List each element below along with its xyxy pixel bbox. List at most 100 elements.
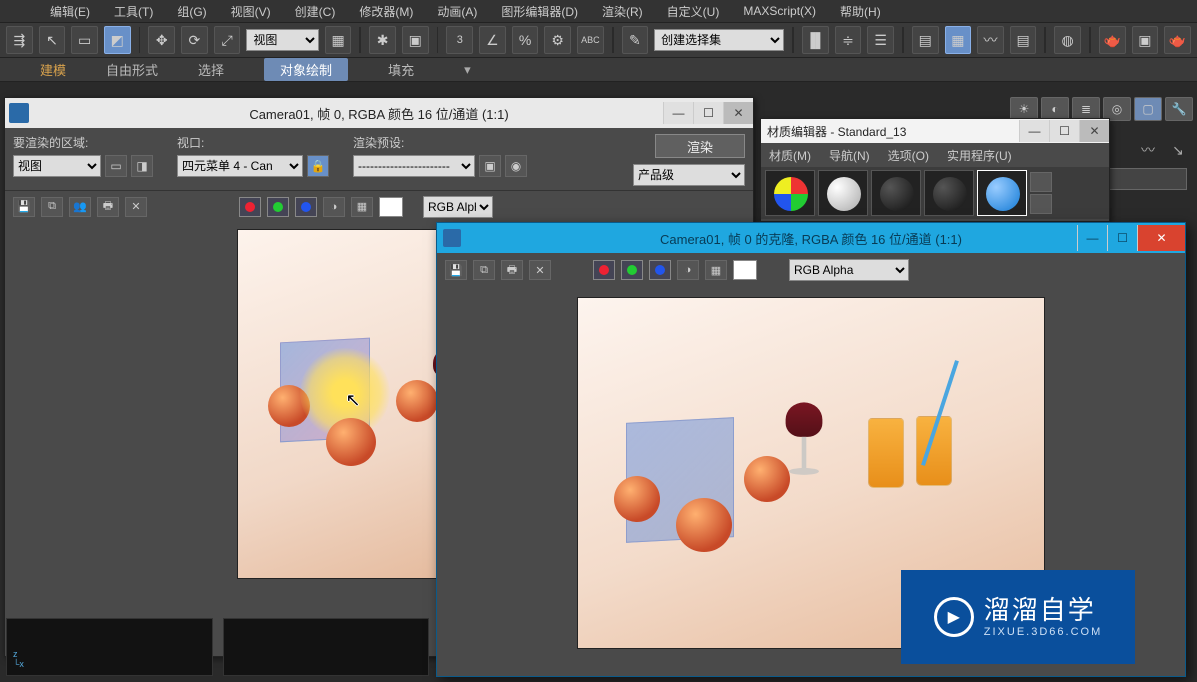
maximize-button[interactable]: ☐	[1107, 225, 1137, 251]
menu-help[interactable]: 帮助(H)	[840, 3, 881, 20]
menu-graph[interactable]: 图形编辑器(D)	[501, 3, 578, 20]
menu-view[interactable]: 视图(V)	[231, 3, 271, 20]
snap-3-icon[interactable]: 3	[446, 26, 473, 54]
preset-select[interactable]: -----------------------	[353, 155, 475, 177]
print-icon[interactable]: 🖶	[501, 260, 523, 280]
copy-icon[interactable]: ⧉	[41, 197, 63, 217]
maximize-button[interactable]: ☐	[1049, 120, 1079, 142]
mat-menu-nav[interactable]: 导航(N)	[829, 147, 870, 164]
minimize-button[interactable]: —	[1019, 120, 1049, 142]
material-slot[interactable]	[924, 170, 974, 216]
rgb-select[interactable]: RGB Alpha	[423, 196, 493, 218]
curve-editor-icon[interactable]: ▦	[945, 26, 972, 54]
print-icon[interactable]: 🖶	[97, 197, 119, 217]
clone-icon[interactable]: 👥	[69, 197, 91, 217]
rotate-icon[interactable]: ⟳	[181, 26, 208, 54]
render-button[interactable]: 渲染	[655, 134, 745, 158]
render-setup-icon[interactable]: 🫖	[1099, 26, 1126, 54]
channel-blue-icon[interactable]	[649, 260, 671, 280]
ribbon-tab-model[interactable]: 建模	[40, 60, 66, 79]
mono-icon[interactable]: ▦	[351, 197, 373, 217]
alpha-icon[interactable]: ◑	[677, 260, 699, 280]
lock-view-icon[interactable]: 🔒	[307, 155, 329, 177]
clear-icon[interactable]: ✕	[529, 260, 551, 280]
align-icon[interactable]: ≑	[835, 26, 862, 54]
minimize-button[interactable]: —	[1077, 225, 1107, 251]
edit-named-icon[interactable]: ✎	[622, 26, 649, 54]
channel-red-icon[interactable]	[239, 197, 261, 217]
named-selection-set[interactable]: 创建选择集	[654, 29, 784, 51]
render-prod-icon[interactable]: 🫖	[1164, 26, 1191, 54]
layer-icon[interactable]: ☰	[867, 26, 894, 54]
menu-custom[interactable]: 自定义(U)	[667, 3, 720, 20]
channel-red-icon[interactable]	[593, 260, 615, 280]
angle-snap-icon[interactable]: ∠	[479, 26, 506, 54]
mat-menu-material[interactable]: 材质(M)	[769, 147, 811, 164]
viewport-select[interactable]: 四元菜单 4 - Can	[177, 155, 303, 177]
menu-modifier[interactable]: 修改器(M)	[359, 3, 413, 20]
material-editor-icon[interactable]: ◍	[1054, 26, 1081, 54]
ribbon-tab-fill[interactable]: 填充	[388, 60, 414, 79]
rfw2-titlebar[interactable]: Camera01, 帧 0 的克隆, RGBA 颜色 16 位/通道 (1:1)…	[437, 223, 1185, 253]
close-button[interactable]: ✕	[1079, 120, 1109, 142]
manip-icon[interactable]: ✱	[369, 26, 396, 54]
save-icon[interactable]: 💾	[13, 197, 35, 217]
viewport[interactable]: z└x	[6, 618, 213, 676]
percent-snap-icon[interactable]: %	[512, 26, 539, 54]
display-icon[interactable]: ▢	[1134, 97, 1162, 121]
area-edit-icon[interactable]: ▭	[105, 155, 127, 177]
mono-icon[interactable]: ▦	[705, 260, 727, 280]
ribbon-tab-objectpaint[interactable]: 对象绘制	[264, 58, 348, 81]
copy-icon[interactable]: ⧉	[473, 260, 495, 280]
sample-bg-icon[interactable]	[1030, 194, 1052, 214]
preset-cfg-icon[interactable]: ▣	[479, 155, 501, 177]
material-slot[interactable]	[765, 170, 815, 216]
move-icon[interactable]: ✥	[148, 26, 175, 54]
bg-color-swatch[interactable]	[733, 260, 757, 280]
close-button[interactable]: ✕	[723, 102, 753, 124]
select-link-icon[interactable]: ⇶	[6, 26, 33, 54]
rfw1-titlebar[interactable]: Camera01, 帧 0, RGBA 颜色 16 位/通道 (1:1) — ☐…	[5, 98, 753, 128]
material-slot[interactable]	[871, 170, 921, 216]
channel-blue-icon[interactable]	[295, 197, 317, 217]
schematic-icon[interactable]: ▤	[1010, 26, 1037, 54]
cursor-icon[interactable]: ↖	[39, 26, 66, 54]
ribbon-tab-freeform[interactable]: 自由形式	[106, 60, 158, 79]
spinner-snap-icon[interactable]: ⚙	[544, 26, 571, 54]
scale-icon[interactable]: ⤢	[214, 26, 241, 54]
mat-menu-util[interactable]: 实用程序(U)	[947, 147, 1012, 164]
close-button[interactable]: ✕	[1137, 225, 1185, 251]
render-mode-select[interactable]: 产品级	[633, 164, 745, 186]
alpha-icon[interactable]: ◑	[323, 197, 345, 217]
pivot-icon[interactable]: ▦	[325, 26, 352, 54]
minimize-button[interactable]: —	[663, 102, 693, 124]
wave-icon[interactable]: 〰	[1135, 137, 1161, 163]
utilities-icon[interactable]: 🔧	[1165, 97, 1193, 121]
sample-type-icon[interactable]	[1030, 172, 1052, 192]
channel-green-icon[interactable]	[621, 260, 643, 280]
preset-cfg2-icon[interactable]: ◉	[505, 155, 527, 177]
ribbon-toggle-icon[interactable]: ▤	[912, 26, 939, 54]
ribbon-expand-icon[interactable]: ▾	[464, 62, 471, 78]
clear-icon[interactable]: ✕	[125, 197, 147, 217]
mirror-icon[interactable]: ▐▌	[802, 26, 829, 54]
ref-coord-select[interactable]: 视图	[246, 29, 318, 51]
menu-edit[interactable]: 编辑(E)	[50, 3, 90, 20]
abc-icon[interactable]: ABC	[577, 26, 604, 54]
menu-group[interactable]: 组(G)	[177, 3, 206, 20]
bg-color-swatch[interactable]	[379, 197, 403, 217]
material-slot[interactable]	[818, 170, 868, 216]
right-arrow-icon[interactable]: ↘	[1165, 137, 1191, 163]
area-select[interactable]: 视图	[13, 155, 101, 177]
channel-green-icon[interactable]	[267, 197, 289, 217]
window-crossing-icon[interactable]: ◩	[104, 26, 131, 54]
ribbon-tab-select[interactable]: 选择	[198, 60, 224, 79]
menu-render[interactable]: 渲染(R)	[602, 3, 643, 20]
menu-maxscript[interactable]: MAXScript(X)	[743, 4, 816, 18]
viewport[interactable]	[223, 618, 430, 676]
menu-create[interactable]: 创建(C)	[295, 3, 336, 20]
maximize-button[interactable]: ☐	[693, 102, 723, 124]
menu-tools[interactable]: 工具(T)	[114, 3, 153, 20]
rect-select-icon[interactable]: ▭	[71, 26, 98, 54]
rgb-select[interactable]: RGB Alpha	[789, 259, 909, 281]
